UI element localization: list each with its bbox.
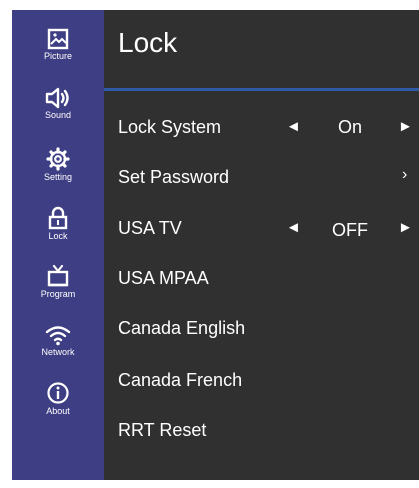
right-arrow-icon[interactable]: ► [398, 118, 413, 136]
sidebar-item-sound[interactable]: Sound [12, 87, 104, 121]
lock-system-value: On [337, 117, 362, 137]
lock-icon [48, 206, 68, 230]
wifi-icon [45, 326, 71, 346]
lock-menu-panel: Lock Lock System ◄ On ► Set Password › U… [104, 10, 419, 480]
menu-row-canada-french[interactable]: Canada French [104, 365, 419, 395]
menu-row-rrt-reset[interactable]: RRT Reset [104, 415, 419, 445]
info-icon [47, 382, 69, 404]
sidebar-item-network[interactable]: Network [12, 324, 104, 358]
tv-menu-window: Picture Sound Setting Lock Program Netwo… [12, 10, 419, 480]
right-arrow-icon[interactable]: ► [398, 219, 413, 237]
sidebar: Picture Sound Setting Lock Program Netwo… [12, 10, 104, 480]
menu-row-lock-system[interactable]: Lock System ◄ On ► [104, 112, 419, 142]
menu-row-label: RRT Reset [118, 420, 207, 440]
menu-row-set-password[interactable]: Set Password › [104, 162, 419, 192]
picture-icon [47, 28, 69, 50]
speaker-icon [45, 87, 69, 109]
sidebar-item-label: Picture [43, 51, 72, 61]
menu-row-label: USA TV [118, 218, 182, 238]
menu-row-canada-english[interactable]: Canada English [104, 313, 419, 343]
sidebar-item-setting[interactable]: Setting [12, 147, 104, 183]
chevron-right-icon: › [402, 166, 408, 183]
menu-row-label: Canada English [118, 318, 246, 338]
menu-row-usa-mpaa[interactable]: USA MPAA [104, 263, 419, 293]
menu-row-usa-tv[interactable]: USA TV ◄ OFF ► [104, 213, 419, 243]
sidebar-item-label: Lock [48, 231, 68, 241]
left-arrow-icon[interactable]: ◄ [286, 219, 301, 237]
page-title: Lock [118, 27, 178, 58]
sidebar-item-lock[interactable]: Lock [12, 206, 104, 242]
sidebar-item-program[interactable]: Program [12, 264, 104, 300]
menu-row-label: Canada French [118, 370, 243, 390]
left-arrow-icon[interactable]: ◄ [286, 118, 301, 136]
gear-icon [46, 147, 70, 171]
sidebar-item-about[interactable]: About [12, 381, 104, 417]
title-divider [104, 88, 419, 91]
menu-row-label: Set Password [118, 167, 230, 187]
sidebar-item-picture[interactable]: Picture [12, 28, 104, 62]
sidebar-item-label: Program [40, 289, 76, 299]
menu-row-label: USA MPAA [118, 268, 209, 288]
sidebar-item-label: About [46, 406, 70, 416]
usa-tv-value: OFF [332, 220, 368, 240]
menu-row-label: Lock System [118, 117, 222, 137]
sidebar-item-label: Network [41, 347, 75, 357]
tv-icon [47, 264, 69, 287]
sidebar-item-label: Setting [43, 172, 73, 182]
sidebar-item-label: Sound [44, 110, 72, 120]
